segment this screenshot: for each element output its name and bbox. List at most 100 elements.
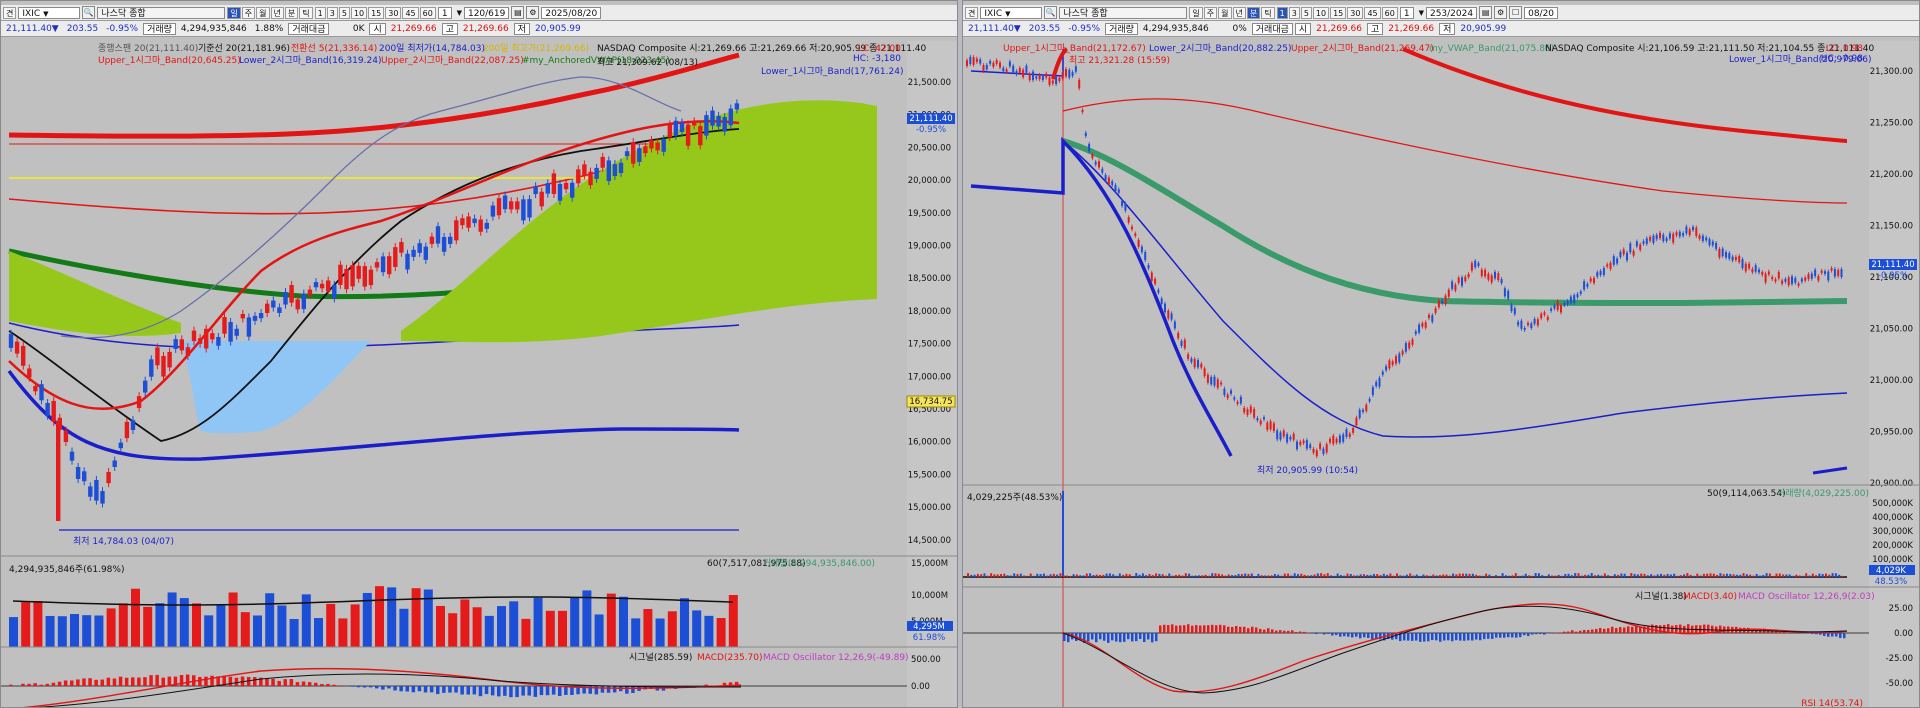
period-button-4[interactable]: 분: [284, 6, 299, 19]
candle-body: [8, 333, 14, 348]
settings-gear-icon[interactable]: ⚙: [526, 6, 540, 19]
save-icon[interactable]: ▤: [1479, 6, 1493, 19]
interval-button-0[interactable]: 1: [1276, 6, 1288, 19]
period-button-2[interactable]: 월: [1218, 6, 1232, 19]
price-axis-label: 21,000.00: [1870, 376, 1913, 386]
legend-upper-1sigma: Upper_1시그마_Band(20,645.25): [98, 55, 241, 66]
market-button[interactable]: 견: [3, 6, 17, 19]
interval-button-7[interactable]: 60: [1381, 6, 1398, 19]
macd-bar: [21, 683, 25, 686]
intraday-price-chart[interactable]: 21,300.00 21,250.00 21,200.00 21,150.00 21,1…: [963, 41, 1920, 708]
period-button-5[interactable]: 틱: [1261, 6, 1275, 19]
date-input[interactable]: 08/20: [1524, 6, 1559, 19]
candle-body: [1612, 256, 1615, 265]
search-icon[interactable]: 🔍: [1044, 6, 1058, 19]
period-button-1[interactable]: 주: [1203, 6, 1218, 19]
checkbox-icon[interactable]: ☐: [1509, 6, 1523, 19]
volume-bar: [1194, 575, 1197, 577]
interval-button-3[interactable]: 10: [350, 6, 368, 19]
macd-bar: [1827, 633, 1830, 637]
interval-button-3[interactable]: 10: [1312, 6, 1330, 19]
symbol-input[interactable]: IXIC ▼: [18, 6, 81, 19]
interval-button-4[interactable]: 15: [368, 6, 385, 19]
candle-body: [1282, 430, 1285, 437]
interval-button-1[interactable]: 3: [326, 6, 338, 19]
interval-button-1[interactable]: 3: [1288, 6, 1300, 19]
volume-bar: [1759, 575, 1761, 577]
period-button-1[interactable]: 주: [241, 6, 256, 19]
count-input[interactable]: 1: [437, 6, 452, 19]
candle-body: [1576, 293, 1579, 298]
volume-bar: [1174, 574, 1177, 577]
macd-bar: [1215, 625, 1218, 633]
candle-body: [234, 328, 239, 336]
volume-bar: [1501, 573, 1504, 577]
chevron-down-icon[interactable]: ▼: [1005, 10, 1010, 18]
candle-body: [1319, 443, 1322, 449]
interval-button-2[interactable]: 5: [1300, 6, 1312, 19]
chevron-down-icon[interactable]: ▼: [43, 10, 48, 18]
volume-bar: [1326, 573, 1329, 577]
interval-button-0[interactable]: 1: [314, 6, 326, 19]
price-axis-label: 14,500.00: [908, 536, 951, 546]
volume-bar: [1607, 575, 1610, 577]
volume-bar: [338, 618, 348, 647]
symbol-input[interactable]: IXIC ▼: [980, 6, 1043, 19]
market-button[interactable]: 견: [965, 6, 979, 19]
candle-body: [1028, 73, 1031, 81]
volume-bar: [1716, 574, 1719, 577]
chevron-down-icon[interactable]: ▼: [457, 9, 462, 17]
interval-button-5[interactable]: 30: [1347, 6, 1364, 19]
period-button-5[interactable]: 틱: [299, 6, 313, 19]
period-button-0[interactable]: 일: [227, 6, 241, 19]
candle-body: [1210, 376, 1213, 385]
range-input[interactable]: 120/619: [463, 6, 510, 19]
candle-body: [1659, 232, 1661, 239]
volume-bar: [1379, 575, 1382, 577]
volume-bar: [1000, 574, 1002, 577]
candle-body: [1705, 237, 1708, 241]
interval-button-5[interactable]: 30: [385, 6, 402, 19]
candle-body: [289, 285, 294, 303]
date-input[interactable]: 2025/08/20: [541, 6, 602, 19]
period-button-0[interactable]: 일: [1189, 6, 1203, 19]
interval-button-6[interactable]: 45: [402, 6, 419, 19]
candle-body: [704, 115, 709, 136]
volume-bar: [1643, 573, 1646, 577]
volume-bar: [1561, 575, 1563, 577]
volume-bar: [1630, 573, 1633, 577]
interval-button-2[interactable]: 5: [338, 6, 350, 19]
volume-label: 4,029,225주(48.53%): [967, 492, 1062, 503]
search-icon[interactable]: 🔍: [82, 6, 96, 19]
volume-bar: [1742, 573, 1745, 577]
period-button-3[interactable]: 년: [270, 6, 284, 19]
candle-body: [75, 466, 81, 480]
period-button-4[interactable]: 분: [1246, 6, 1261, 19]
chart-toolbar: 견 IXIC ▼ 🔍 나스닥 종합 일주월년분틱 1 3 5 10 15 30 45 60 1 …: [1, 5, 957, 21]
macd-bar: [545, 686, 550, 696]
candle-body: [1497, 273, 1500, 281]
macd-signal-line: [1062, 605, 1848, 694]
interval-button-6[interactable]: 45: [1364, 6, 1381, 19]
volume-axis-labels: 500,000K 400,000K 300,000K 200,000K 100,000K: [1872, 499, 1913, 565]
candle-body: [1632, 250, 1635, 256]
macd-bar: [1627, 626, 1630, 633]
period-button-2[interactable]: 월: [256, 6, 270, 19]
period-button-3[interactable]: 년: [1232, 6, 1246, 19]
chevron-down-icon[interactable]: ▼: [1419, 9, 1424, 17]
count-input[interactable]: 1: [1399, 6, 1414, 19]
volume-bar: [1584, 574, 1587, 577]
candle-body: [1741, 259, 1744, 269]
range-input[interactable]: 253/2024: [1425, 6, 1478, 19]
save-icon[interactable]: ▤: [511, 6, 525, 19]
legend-upper-2sigma: Upper_2시그마_Band(22,087.25): [381, 55, 524, 66]
settings-gear-icon[interactable]: ⚙: [1494, 6, 1508, 19]
volume-bar: [411, 588, 421, 647]
macd-bar: [1619, 627, 1622, 633]
volume-axis-label: 400,000K: [1872, 513, 1913, 523]
interval-button-7[interactable]: 60: [419, 6, 436, 19]
volume-bar: [570, 597, 580, 647]
interval-button-4[interactable]: 15: [1330, 6, 1347, 19]
candle-body: [1385, 366, 1388, 371]
daily-price-chart[interactable]: 21,500.0021,000.0020,500.0020,000.0019,5…: [1, 41, 958, 708]
